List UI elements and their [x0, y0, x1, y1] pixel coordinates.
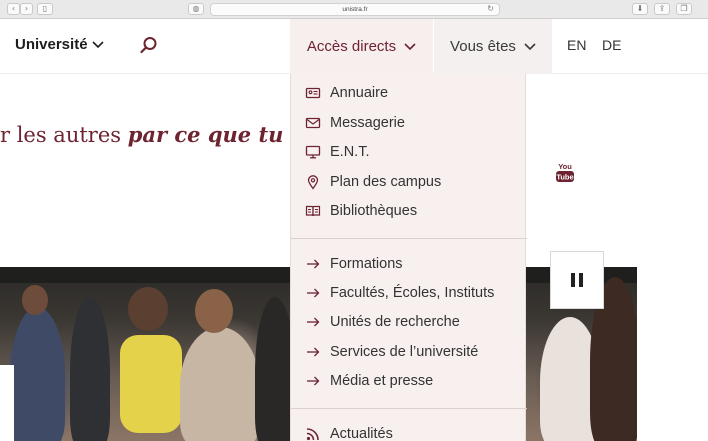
arrow-right-icon — [307, 317, 320, 327]
dropdown-item-label: Média et presse — [330, 373, 434, 389]
backpack — [120, 335, 182, 433]
dropdown-divider — [291, 408, 527, 409]
dropdown-item-ent[interactable]: E.N.T. — [305, 141, 369, 163]
chevron-down-icon — [91, 40, 104, 48]
arrow-right-icon — [307, 288, 320, 298]
rss-icon — [306, 428, 319, 441]
dropdown-item-formations[interactable]: Formations — [305, 253, 403, 275]
person-figure — [22, 285, 48, 315]
lang-en-link[interactable]: EN — [567, 37, 586, 53]
person-figure — [10, 307, 65, 441]
arrow-right-icon — [307, 347, 320, 357]
address-bar[interactable]: unistra.fr ↻ — [210, 3, 500, 16]
dropdown-item-facultes[interactable]: Facultés, Écoles, Instituts — [305, 282, 494, 304]
svg-text:Tube: Tube — [556, 173, 573, 182]
sidebar-icon[interactable]: ▯ — [37, 3, 53, 15]
arrow-right-icon — [307, 376, 320, 386]
dropdown-item-plan-campus[interactable]: Plan des campus — [305, 171, 441, 193]
youtube-link[interactable]: You Tube — [556, 161, 574, 183]
lang-de-link[interactable]: DE — [602, 37, 621, 53]
chevron-down-icon — [524, 42, 536, 50]
dropdown-item-label: Plan des campus — [330, 174, 442, 190]
dropdown-item-label: Formations — [330, 256, 403, 272]
youtube-icon: You Tube — [556, 162, 574, 182]
chevron-down-icon — [404, 42, 416, 50]
pause-icon — [579, 273, 583, 287]
envelope-icon — [305, 117, 321, 129]
download-icon[interactable]: ⬇ — [632, 3, 648, 15]
dropdown-item-label: Actualités — [330, 426, 393, 441]
site-header: Université Accès directs Vous êtes EN DE — [0, 19, 708, 74]
reload-icon[interactable]: ↻ — [487, 4, 494, 13]
tagline-start: r les autres — [0, 123, 128, 147]
book-icon — [305, 205, 321, 217]
dropdown-item-unites-recherche[interactable]: Unités de recherche — [305, 311, 460, 333]
dropdown-item-label: Annuaire — [330, 85, 389, 101]
dropdown-item-messagerie[interactable]: Messagerie — [305, 112, 405, 134]
id-card-icon — [305, 87, 321, 99]
dropdown-item-bibliotheques[interactable]: Bibliothèques — [305, 200, 417, 222]
arrow-right-icon — [307, 259, 320, 269]
pause-button[interactable] — [550, 251, 604, 309]
dropdown-item-label: Unités de recherche — [330, 314, 460, 330]
forward-icon[interactable]: › — [20, 3, 33, 15]
person-figure — [70, 297, 110, 441]
nav-acces-directs-label: Accès directs — [306, 38, 397, 55]
nav-vous-etes[interactable]: Vous êtes — [434, 19, 552, 74]
person-figure — [128, 287, 168, 331]
pause-icon — [571, 273, 575, 287]
dropdown-item-actualites[interactable]: Actualités — [305, 423, 393, 441]
nav-acces-directs[interactable]: Accès directs — [290, 19, 433, 74]
acces-directs-dropdown: Annuaire Messagerie E.N.T. Plan des camp… — [290, 74, 527, 441]
tabs-icon[interactable]: ❐ — [676, 3, 692, 15]
side-panel-tab[interactable] — [0, 365, 14, 441]
back-icon[interactable]: ‹ — [7, 3, 20, 15]
map-pin-icon — [307, 175, 319, 190]
brand-label: Université — [15, 36, 88, 53]
dropdown-item-label: Facultés, Écoles, Instituts — [330, 285, 495, 301]
dropdown-item-annuaire[interactable]: Annuaire — [305, 82, 388, 104]
nav-vous-etes-label: Vous êtes — [450, 38, 516, 55]
shield-icon[interactable]: ◍ — [188, 3, 204, 15]
person-figure — [180, 327, 260, 441]
browser-toolbar: ‹ › ▯ ◍ unistra.fr ↻ ⬇ ⇪ ❐ — [0, 0, 708, 19]
university-menu-button[interactable]: Université — [15, 36, 104, 53]
person-figure — [195, 289, 233, 333]
person-figure — [255, 297, 295, 441]
dropdown-item-label: Bibliothèques — [330, 203, 418, 219]
dropdown-divider — [291, 238, 527, 239]
dropdown-item-label: Services de l’université — [330, 344, 479, 360]
dropdown-item-label: E.N.T. — [330, 144, 370, 160]
search-icon[interactable] — [140, 36, 158, 54]
svg-text:You: You — [558, 162, 572, 171]
monitor-icon — [305, 145, 321, 159]
dropdown-item-services[interactable]: Services de l’université — [305, 341, 478, 363]
dropdown-item-media-presse[interactable]: Média et presse — [305, 370, 433, 392]
url-text: unistra.fr — [342, 6, 368, 13]
hero-tagline: r les autres par ce que tu es. — [0, 122, 323, 147]
dropdown-item-label: Messagerie — [330, 115, 405, 131]
share-icon[interactable]: ⇪ — [654, 3, 670, 15]
